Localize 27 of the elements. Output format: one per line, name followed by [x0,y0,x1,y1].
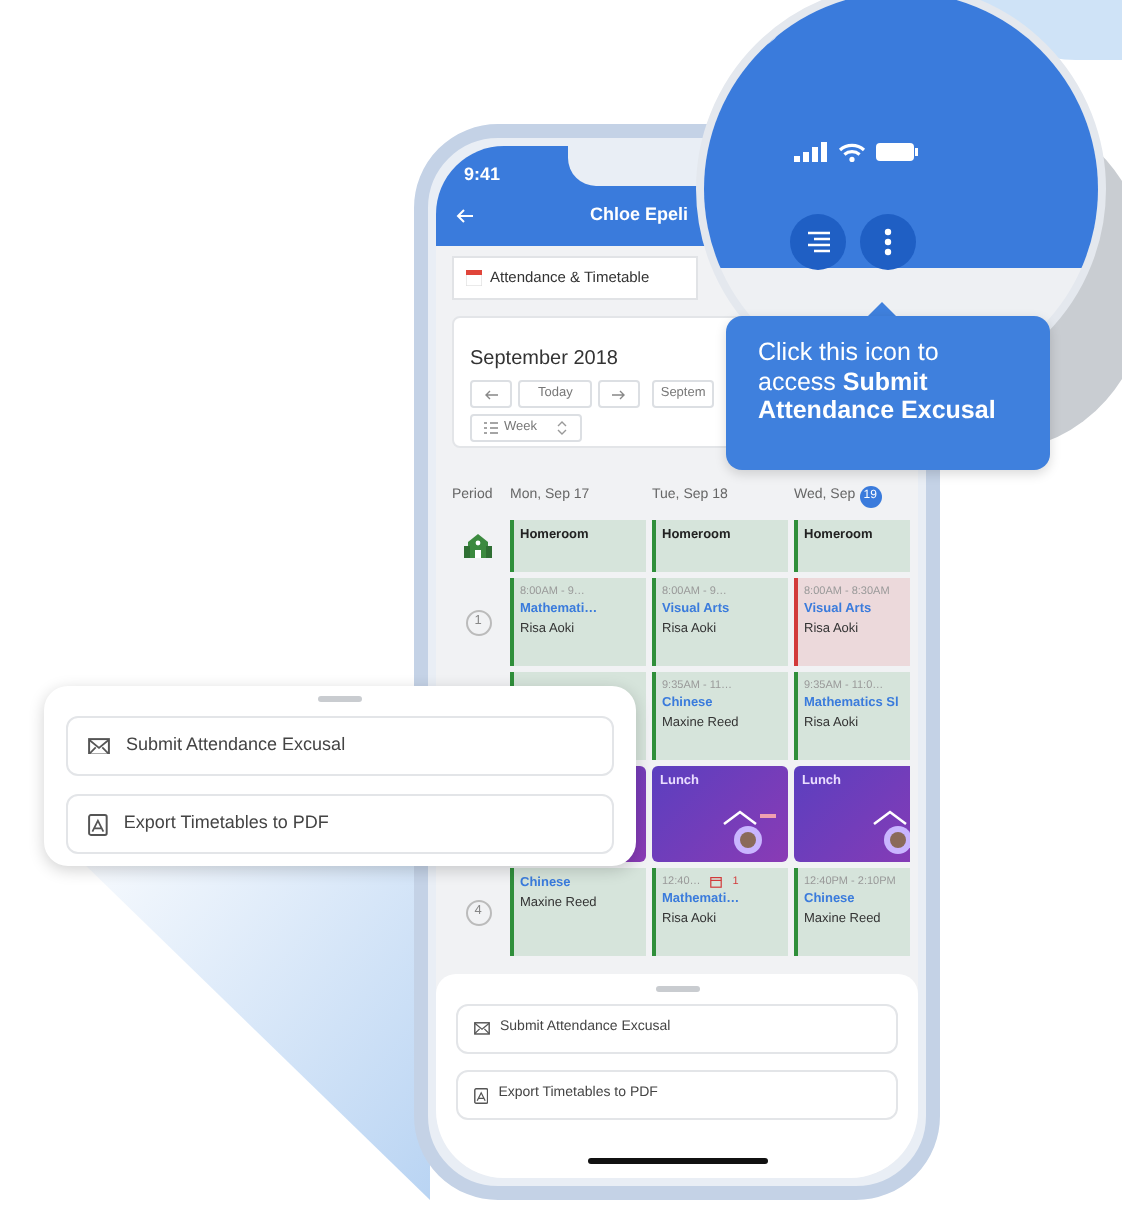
month-label: September 2018 [470,346,618,374]
tooltip: Click this icon to access Submit Attendance Excusal [726,316,1050,470]
drag-handle[interactable] [318,696,362,702]
arrow-right-icon [612,389,627,399]
menu-item[interactable]: Export Timetables to PDF [66,794,614,854]
next-button[interactable] [598,380,641,408]
more-icon [884,228,892,256]
document-icon [88,813,108,835]
list-icon [804,230,832,254]
calendar-icon [710,876,723,889]
envelope-icon [474,1022,490,1036]
school-icon [464,534,492,558]
status-time: 9:41 [464,162,501,188]
chevron-updown-icon [555,420,567,436]
calendar-icon [466,270,482,286]
wifi-icon [838,142,866,162]
battery-icon [876,142,918,162]
previous-button[interactable] [470,380,512,408]
back-icon[interactable] [456,207,474,224]
menu-item[interactable]: Submit Attendance Excusal [66,716,614,776]
drag-handle[interactable] [655,986,699,992]
document-icon [474,1087,489,1103]
list-icon [484,422,498,434]
page-title: Chloe Epeli [590,202,689,228]
arrow-left-icon [484,389,498,399]
envelope-icon [88,737,110,755]
signal-icon [794,142,828,162]
